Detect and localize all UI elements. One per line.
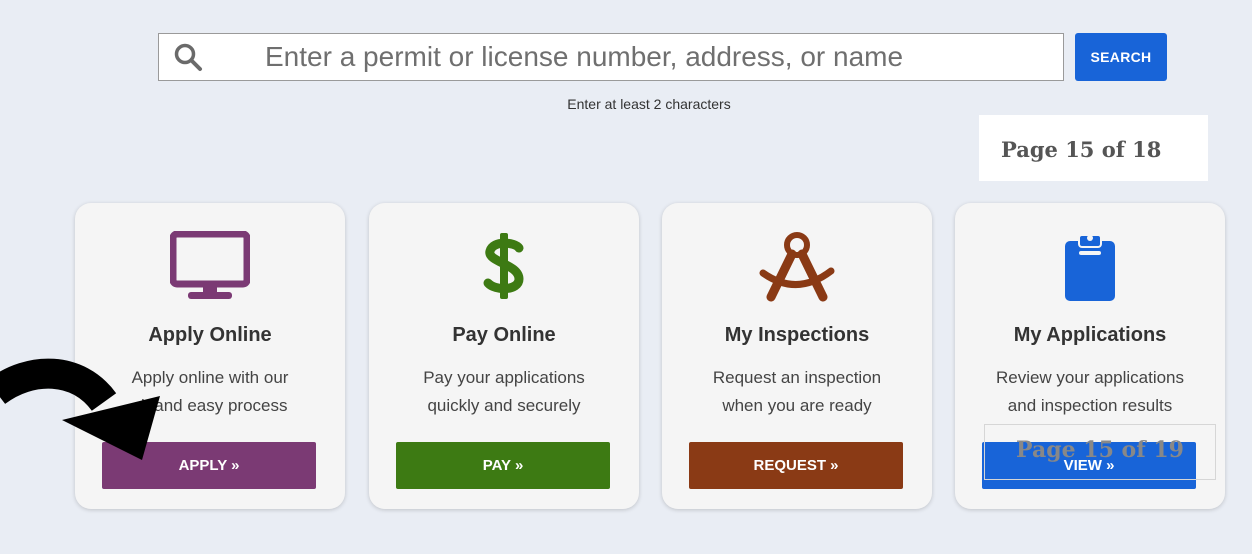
card-description: Review your applications and inspection … bbox=[995, 368, 1185, 415]
clipboard-icon bbox=[1065, 234, 1115, 301]
card-description: Pay your applications quickly and secure… bbox=[423, 368, 585, 415]
monitor-icon bbox=[170, 231, 250, 299]
search-hint: Enter at least 2 characters bbox=[567, 96, 731, 112]
card-pay-online: Pay Online Pay your applications quickly… bbox=[369, 203, 639, 509]
request-button[interactable]: REQUEST » bbox=[689, 442, 903, 489]
card-description: Request an inspection when you are ready bbox=[712, 368, 882, 415]
search-button[interactable]: SEARCH bbox=[1075, 33, 1167, 81]
search-box[interactable] bbox=[158, 33, 1064, 81]
card-title: Pay Online bbox=[452, 324, 556, 346]
card-my-applications: My Applications Review your applications… bbox=[955, 203, 1225, 509]
card-title: Apply Online bbox=[148, 324, 272, 346]
pay-button[interactable]: PAY » bbox=[396, 442, 610, 489]
card-title: My Inspections bbox=[724, 324, 870, 346]
card-title: My Applications bbox=[1013, 324, 1167, 346]
search-input[interactable] bbox=[265, 35, 1045, 79]
curved-arrow-icon bbox=[0, 358, 160, 460]
page-number-label: Page 15 of 18 bbox=[979, 115, 1208, 181]
dollar-icon bbox=[483, 233, 524, 299]
search-icon bbox=[174, 43, 202, 71]
card-my-inspections: My Inspections Request an inspection whe… bbox=[662, 203, 932, 509]
compass-icon bbox=[759, 232, 835, 302]
view-button[interactable]: VIEW » bbox=[982, 442, 1196, 489]
